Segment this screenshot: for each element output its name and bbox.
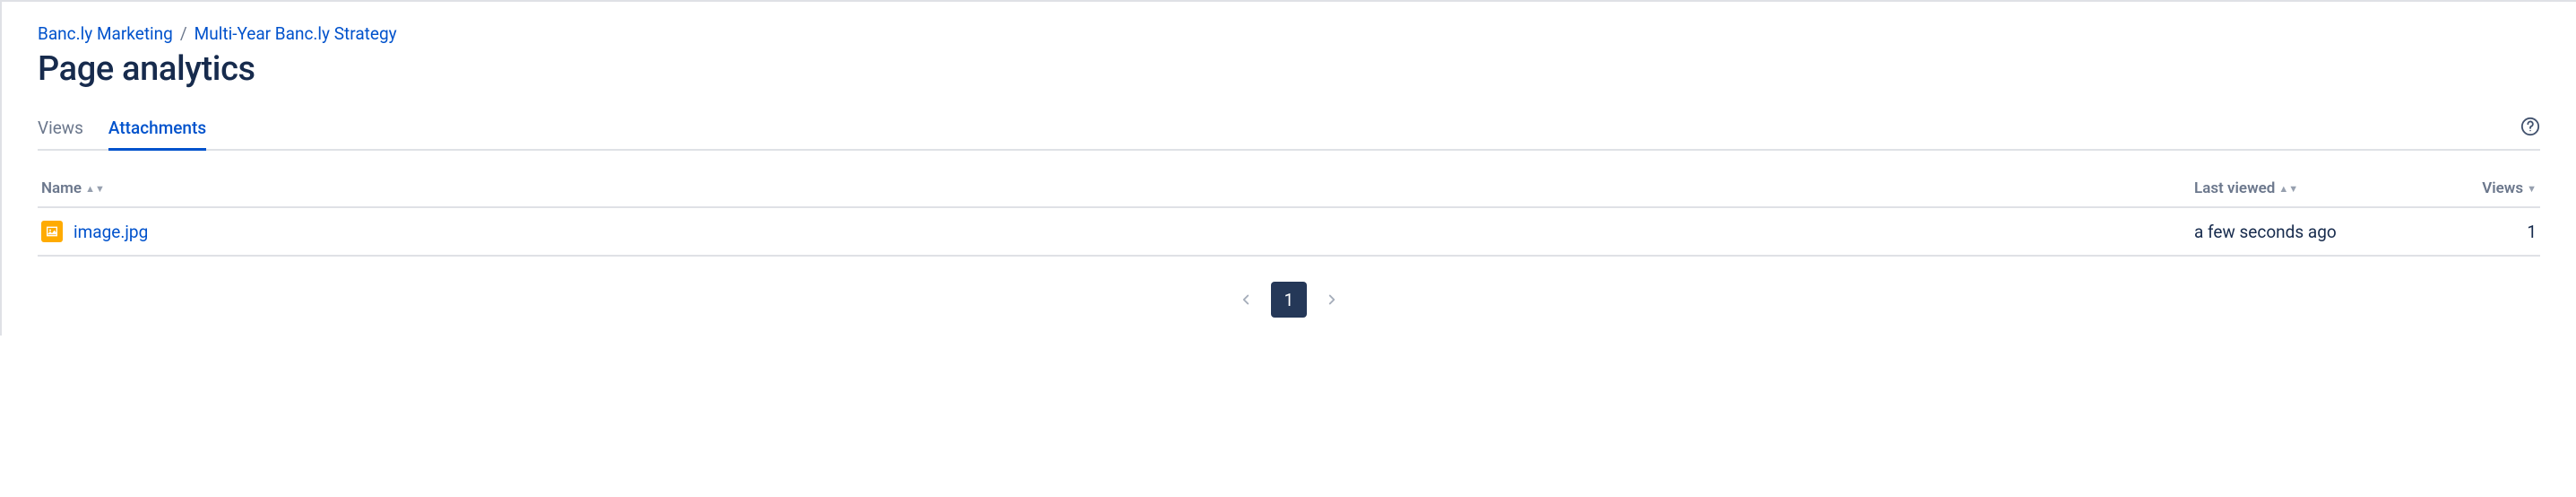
column-header-views[interactable]: Views▼ xyxy=(2433,172,2540,207)
table-row: image.jpg a few seconds ago 1 xyxy=(38,207,2540,256)
image-file-icon xyxy=(41,221,63,242)
page-title: Page analytics xyxy=(38,49,2540,89)
attachments-table: Name▲▼ Last viewed▲▼ Views▼ xyxy=(38,172,2540,257)
breadcrumb: Banc.ly Marketing / Multi-Year Banc.ly S… xyxy=(38,23,2540,44)
pagination-prev[interactable] xyxy=(1232,285,1260,314)
column-header-name[interactable]: Name▲▼ xyxy=(38,172,2191,207)
pagination-page-1[interactable]: 1 xyxy=(1271,282,1307,318)
sort-icon: ▲▼ xyxy=(2278,183,2298,195)
column-header-last-viewed[interactable]: Last viewed▲▼ xyxy=(2191,172,2433,207)
tab-views[interactable]: Views xyxy=(38,110,83,149)
breadcrumb-link-page[interactable]: Multi-Year Banc.ly Strategy xyxy=(194,23,397,44)
tab-attachments[interactable]: Attachments xyxy=(108,110,206,149)
cell-last-viewed: a few seconds ago xyxy=(2191,207,2433,256)
tabs: Views Attachments xyxy=(38,110,2520,149)
help-icon[interactable] xyxy=(2520,117,2540,144)
cell-views: 1 xyxy=(2433,207,2540,256)
breadcrumb-separator: / xyxy=(180,23,187,44)
pagination-next[interactable] xyxy=(1318,285,1346,314)
attachment-link[interactable]: image.jpg xyxy=(73,222,148,242)
breadcrumb-link-space[interactable]: Banc.ly Marketing xyxy=(38,23,173,44)
sort-icon: ▲▼ xyxy=(85,183,105,195)
pagination: 1 xyxy=(38,282,2540,318)
sort-icon: ▼ xyxy=(2527,183,2537,195)
